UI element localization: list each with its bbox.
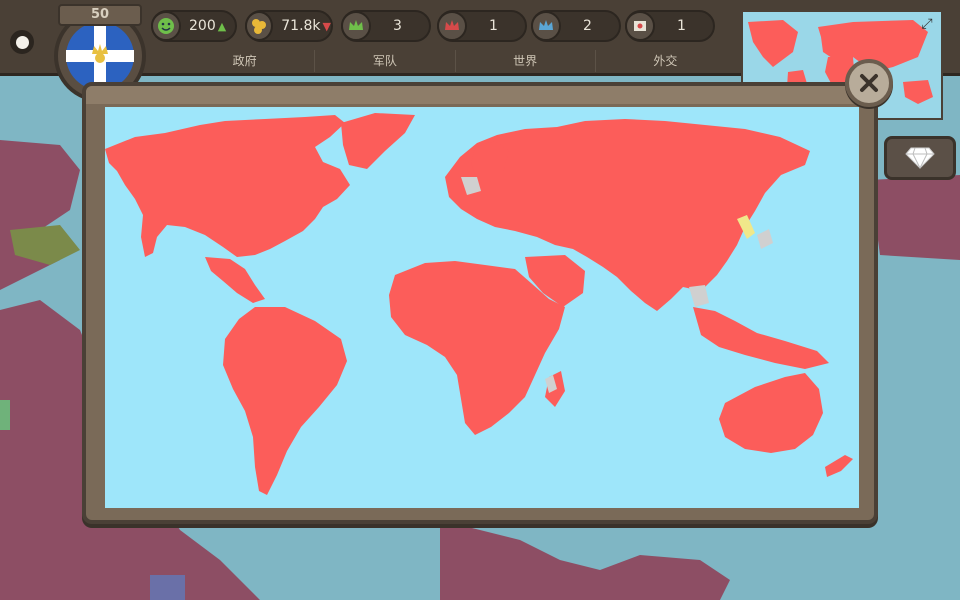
menu-dot-button[interactable] [10,30,34,54]
tab-government[interactable]: 政府 [175,50,316,72]
resource-bar: 200 ▲ 71.8k ▼ 3 1 2 1 [145,6,735,46]
green-crown-icon [341,11,371,41]
red-crown-icon [437,11,467,41]
treaty-value: 1 [677,18,686,34]
resource-treaty[interactable]: 1 [625,10,715,42]
tab-diplomacy[interactable]: 外交 [596,50,735,72]
coins-icon [245,11,274,41]
diamond-icon [905,147,935,170]
resource-happiness[interactable]: 200 ▲ [151,10,237,42]
trend-down-icon: ▼ [322,19,331,33]
player-level-badge: 50 [58,4,142,26]
resource-blue-crown[interactable]: 2 [531,10,621,42]
resource-green-crown[interactable]: 3 [341,10,431,42]
blue-crown-icon [531,11,561,41]
red-crown-value: 1 [489,18,498,34]
resource-coins[interactable]: 71.8k ▼ [245,10,333,42]
world-map[interactable] [105,107,859,508]
tab-army[interactable]: 军队 [315,50,456,72]
gem-store-button[interactable] [884,136,956,180]
blue-crown-value: 2 [583,18,592,34]
expand-icon[interactable]: ⤢ [919,16,935,32]
coins-value: 71.8k [281,18,321,34]
tab-world[interactable]: 世界 [456,50,596,72]
happiness-icon [151,11,181,41]
dot-icon [15,35,29,49]
dialog-header [86,86,874,104]
trend-up-icon: ▲ [217,19,227,33]
close-icon [860,74,878,92]
world-map-dialog [82,82,878,524]
close-button[interactable] [845,59,893,107]
green-crown-value: 3 [393,18,402,34]
nav-tabs: 政府 军队 世界 外交 [175,50,735,72]
resource-red-crown[interactable]: 1 [437,10,527,42]
treaty-icon [625,11,655,41]
